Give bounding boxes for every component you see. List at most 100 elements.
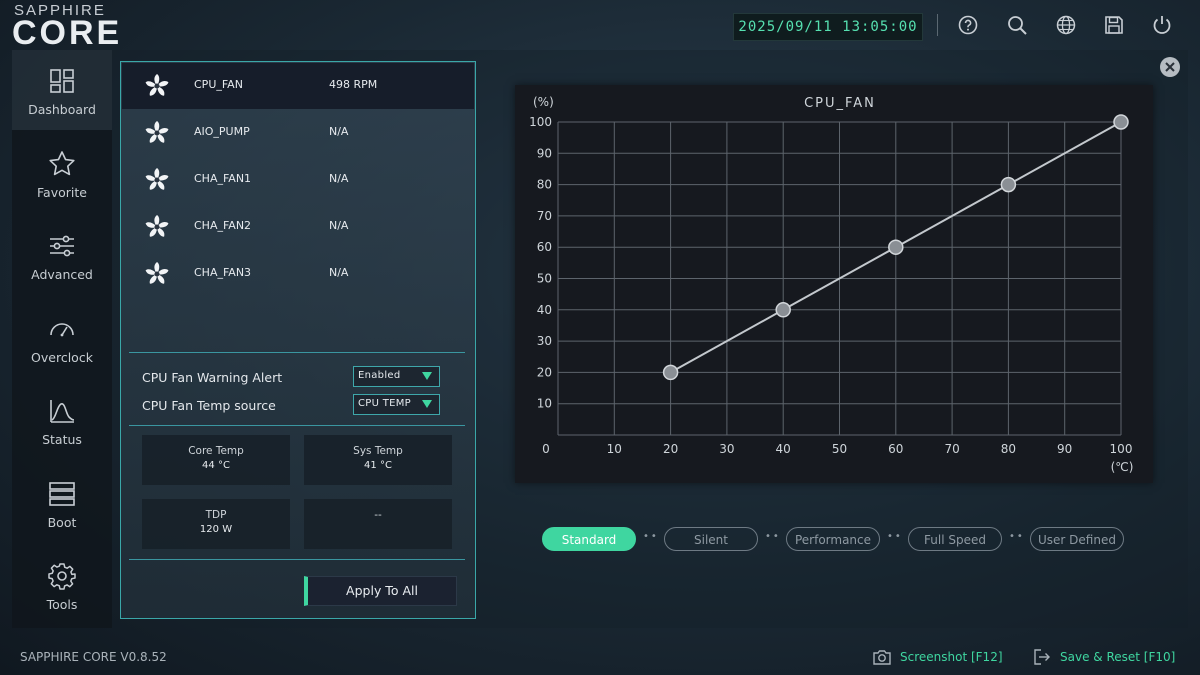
mode-user-defined-button[interactable]: User Defined xyxy=(1030,527,1124,551)
fan-icon xyxy=(145,168,169,190)
fan-speed: 498 RPM xyxy=(329,78,378,91)
y-tick-label: 70 xyxy=(537,209,552,223)
y-tick-label: 20 xyxy=(537,365,552,379)
mode-separator: •• xyxy=(643,531,659,542)
y-tick-label: 10 xyxy=(537,397,552,411)
warning-alert-select[interactable]: Enabled xyxy=(353,366,440,387)
mode-standard-button[interactable]: Standard xyxy=(542,527,636,551)
sidebar-item-label: Advanced xyxy=(31,267,93,282)
warning-alert-label: CPU Fan Warning Alert xyxy=(142,370,283,385)
tdp-value: 120 W xyxy=(199,524,233,535)
fan-row-cha-fan2[interactable]: CHA_FAN2 N/A xyxy=(122,204,474,250)
screenshot-label: Screenshot [F12] xyxy=(900,650,1003,664)
gear-icon xyxy=(48,563,76,590)
sys-temp-card: Sys Temp 41 °C xyxy=(304,435,452,485)
curve-point[interactable] xyxy=(775,302,791,318)
star-icon xyxy=(49,151,75,176)
mode-silent-button[interactable]: Silent xyxy=(664,527,758,551)
mode-performance-button[interactable]: Performance xyxy=(786,527,880,551)
save-reset-button[interactable]: Save & Reset [F10] xyxy=(1032,646,1175,668)
sidebar-item-label: Boot xyxy=(47,515,77,530)
brand-logo: CORE xyxy=(12,14,123,52)
fan-icon xyxy=(145,121,169,143)
empty-card: -- xyxy=(304,499,452,549)
x-tick-label: 40 xyxy=(776,442,791,456)
x-tick-label: 100 xyxy=(1110,442,1133,456)
fan-row-cha-fan1[interactable]: CHA_FAN1 N/A xyxy=(122,157,474,203)
x-tick-label: 20 xyxy=(663,442,678,456)
mode-separator: •• xyxy=(887,531,903,542)
fan-name: CHA_FAN3 xyxy=(194,266,252,279)
divider xyxy=(129,559,465,560)
chevron-down-icon xyxy=(422,400,432,408)
empty-value: -- xyxy=(374,509,382,521)
curve-point[interactable] xyxy=(1113,114,1129,130)
x-tick-label: 90 xyxy=(1057,442,1072,456)
save-icon[interactable] xyxy=(1103,14,1125,36)
y-tick-label: 100 xyxy=(529,115,552,129)
curve-point[interactable] xyxy=(888,239,904,255)
sidebar-item-label: Tools xyxy=(46,597,78,612)
divider xyxy=(129,425,465,426)
close-icon xyxy=(1165,62,1175,72)
y-axis-label: (%) xyxy=(533,95,554,109)
y-tick-label: 90 xyxy=(537,146,552,160)
warning-alert-value: Enabled xyxy=(358,370,401,381)
sidebar: Dashboard Favorite Advanced Overclock St… xyxy=(12,50,112,628)
core-temp-value: 44 °C xyxy=(202,460,230,471)
fan-curve-svg[interactable]: CPU_FAN (%) (℃) 0 10 20 30 40 50 60 70 80 90 100 10… xyxy=(515,85,1153,483)
y-tick-label: 30 xyxy=(537,334,552,348)
search-icon[interactable] xyxy=(1006,14,1028,36)
fan-row-aio-pump[interactable]: AIO_PUMP N/A xyxy=(122,110,474,156)
x-tick-label: 30 xyxy=(719,442,734,456)
fan-icon xyxy=(145,74,169,96)
close-button[interactable] xyxy=(1160,57,1180,77)
sidebar-item-dashboard[interactable]: Dashboard xyxy=(12,50,112,130)
fan-panel: CPU_FAN 498 RPM AIO_PUMP N/A CHA_FAN1 N/… xyxy=(120,61,476,619)
mode-full-speed-button[interactable]: Full Speed xyxy=(908,527,1002,551)
header-divider xyxy=(937,14,938,36)
x-tick-label: 70 xyxy=(944,442,959,456)
core-temp-title: Core Temp xyxy=(188,445,244,457)
curve-point[interactable] xyxy=(662,364,679,381)
divider xyxy=(129,352,465,353)
fan-name: CHA_FAN1 xyxy=(194,172,252,185)
fan-name: CPU_FAN xyxy=(194,78,243,91)
fan-row-cha-fan3[interactable]: CHA_FAN3 N/A xyxy=(122,251,474,297)
apply-to-all-button[interactable]: Apply To All xyxy=(304,576,457,606)
temp-source-select[interactable]: CPU TEMP xyxy=(353,394,440,415)
globe-icon[interactable] xyxy=(1055,14,1077,36)
sidebar-item-label: Dashboard xyxy=(28,102,96,117)
fan-speed: N/A xyxy=(329,219,349,232)
core-temp-card: Core Temp 44 °C xyxy=(142,435,290,485)
sidebar-item-label: Status xyxy=(42,432,82,447)
boot-icon xyxy=(49,482,75,506)
sidebar-item-favorite[interactable]: Favorite xyxy=(12,133,112,213)
exit-icon xyxy=(1034,649,1050,665)
x-tick-label: 0 xyxy=(542,442,550,456)
screenshot-button[interactable]: Screenshot [F12] xyxy=(872,646,1003,668)
sidebar-item-overclock[interactable]: Overclock xyxy=(12,298,112,378)
sidebar-item-boot[interactable]: Boot xyxy=(12,463,112,543)
fan-name: AIO_PUMP xyxy=(194,125,250,138)
sys-temp-value: 41 °C xyxy=(364,460,392,471)
x-tick-label: 60 xyxy=(888,442,903,456)
x-tick-label: 50 xyxy=(832,442,847,456)
fan-row-cpu-fan[interactable]: CPU_FAN 498 RPM xyxy=(122,63,474,109)
tdp-card: TDP 120 W xyxy=(142,499,290,549)
sidebar-item-advanced[interactable]: Advanced xyxy=(12,215,112,295)
fan-icon xyxy=(145,262,169,284)
fan-speed: N/A xyxy=(329,266,349,279)
x-axis-label: (℃) xyxy=(1111,460,1134,474)
sidebar-item-tools[interactable]: Tools xyxy=(12,545,112,625)
mode-separator: •• xyxy=(765,531,781,542)
camera-icon xyxy=(873,650,891,665)
power-icon[interactable] xyxy=(1151,14,1173,36)
y-tick-label: 80 xyxy=(537,178,552,192)
sidebar-item-status[interactable]: Status xyxy=(12,380,112,460)
curve-point[interactable] xyxy=(1000,176,1017,193)
help-icon[interactable] xyxy=(957,14,979,36)
fan-speed: N/A xyxy=(329,172,349,185)
y-tick-label: 60 xyxy=(537,240,552,254)
y-tick-label: 50 xyxy=(537,272,552,286)
